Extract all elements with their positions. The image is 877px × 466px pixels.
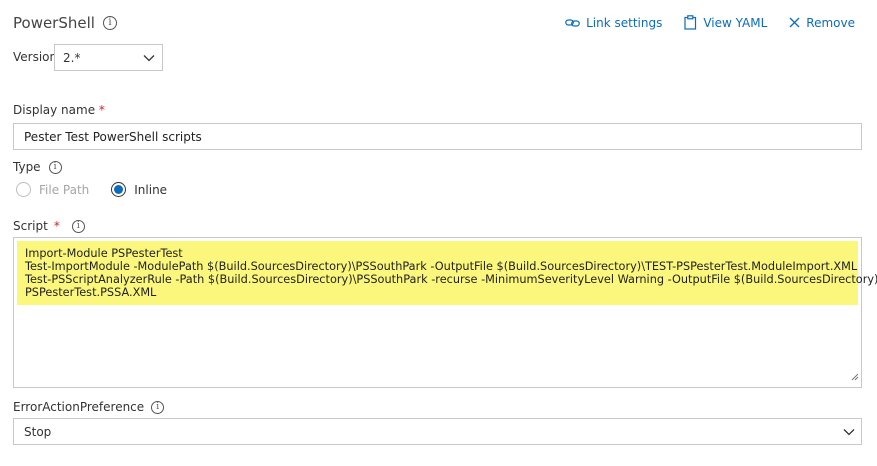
- radio-unchecked-icon: [16, 182, 31, 197]
- script-line: PSPesterTest.PSSA.XML: [25, 286, 157, 299]
- required-marker: *: [53, 219, 60, 233]
- remove-button[interactable]: Remove: [789, 15, 855, 30]
- view-yaml-button[interactable]: View YAML: [684, 15, 767, 30]
- version-select[interactable]: 2.*: [54, 44, 163, 71]
- error-action-preference-select[interactable]: Stop: [13, 418, 862, 445]
- view-yaml-label: View YAML: [703, 15, 768, 30]
- version-value: 2.*: [63, 50, 81, 65]
- display-name-value: Pester Test PowerShell scripts: [24, 129, 202, 144]
- info-icon[interactable]: i: [48, 160, 62, 174]
- script-line: Import-Module PSPesterTest: [25, 247, 183, 260]
- script-label-text: Script: [13, 219, 48, 233]
- info-icon[interactable]: i: [102, 16, 117, 30]
- remove-label: Remove: [806, 15, 855, 30]
- radio-file-path-label: File Path: [39, 182, 90, 197]
- chevron-down-icon: [143, 51, 155, 65]
- script-line: Test-PSScriptAnalyzerRule -Path $(Build.…: [25, 273, 877, 286]
- task-title: PowerShell i: [13, 14, 117, 32]
- link-icon: [565, 17, 580, 29]
- radio-inline[interactable]: Inline: [111, 182, 167, 197]
- required-marker: *: [98, 103, 105, 117]
- script-line: Test-ImportModule -ModulePath $(Build.So…: [25, 260, 858, 273]
- type-label-text: Type: [13, 160, 41, 174]
- script-highlighted-text: Import-Module PSPesterTest Test-ImportMo…: [17, 241, 877, 305]
- version-label: Version: [13, 50, 58, 64]
- display-name-input[interactable]: Pester Test PowerShell scripts: [13, 123, 862, 150]
- script-textarea[interactable]: Import-Module PSPesterTest Test-ImportMo…: [13, 237, 877, 388]
- close-icon: [789, 17, 800, 28]
- radio-checked-icon: [111, 182, 127, 197]
- display-name-label-text: Display name: [13, 103, 96, 117]
- resize-handle-icon[interactable]: [851, 366, 859, 385]
- chevron-down-icon: [843, 425, 855, 439]
- type-label: Type i: [13, 160, 62, 174]
- script-label: Script * i: [13, 219, 85, 233]
- radio-inline-label: Inline: [134, 182, 168, 197]
- type-radio-group: File Path Inline: [16, 182, 189, 197]
- error-action-preference-label: ErrorActionPreference i: [13, 400, 165, 414]
- info-icon[interactable]: i: [71, 219, 85, 233]
- task-actions: Link settings View YAML Remove: [565, 15, 855, 30]
- task-title-text: PowerShell: [13, 14, 95, 32]
- info-icon[interactable]: i: [151, 400, 165, 414]
- link-settings-label: Link settings: [586, 15, 663, 30]
- display-name-label: Display name *: [13, 103, 105, 117]
- radio-file-path[interactable]: File Path: [16, 182, 89, 197]
- clipboard-icon: [684, 15, 697, 30]
- error-action-preference-value: Stop: [24, 424, 52, 439]
- error-action-preference-label-text: ErrorActionPreference: [13, 400, 145, 414]
- link-settings-button[interactable]: Link settings: [565, 15, 662, 30]
